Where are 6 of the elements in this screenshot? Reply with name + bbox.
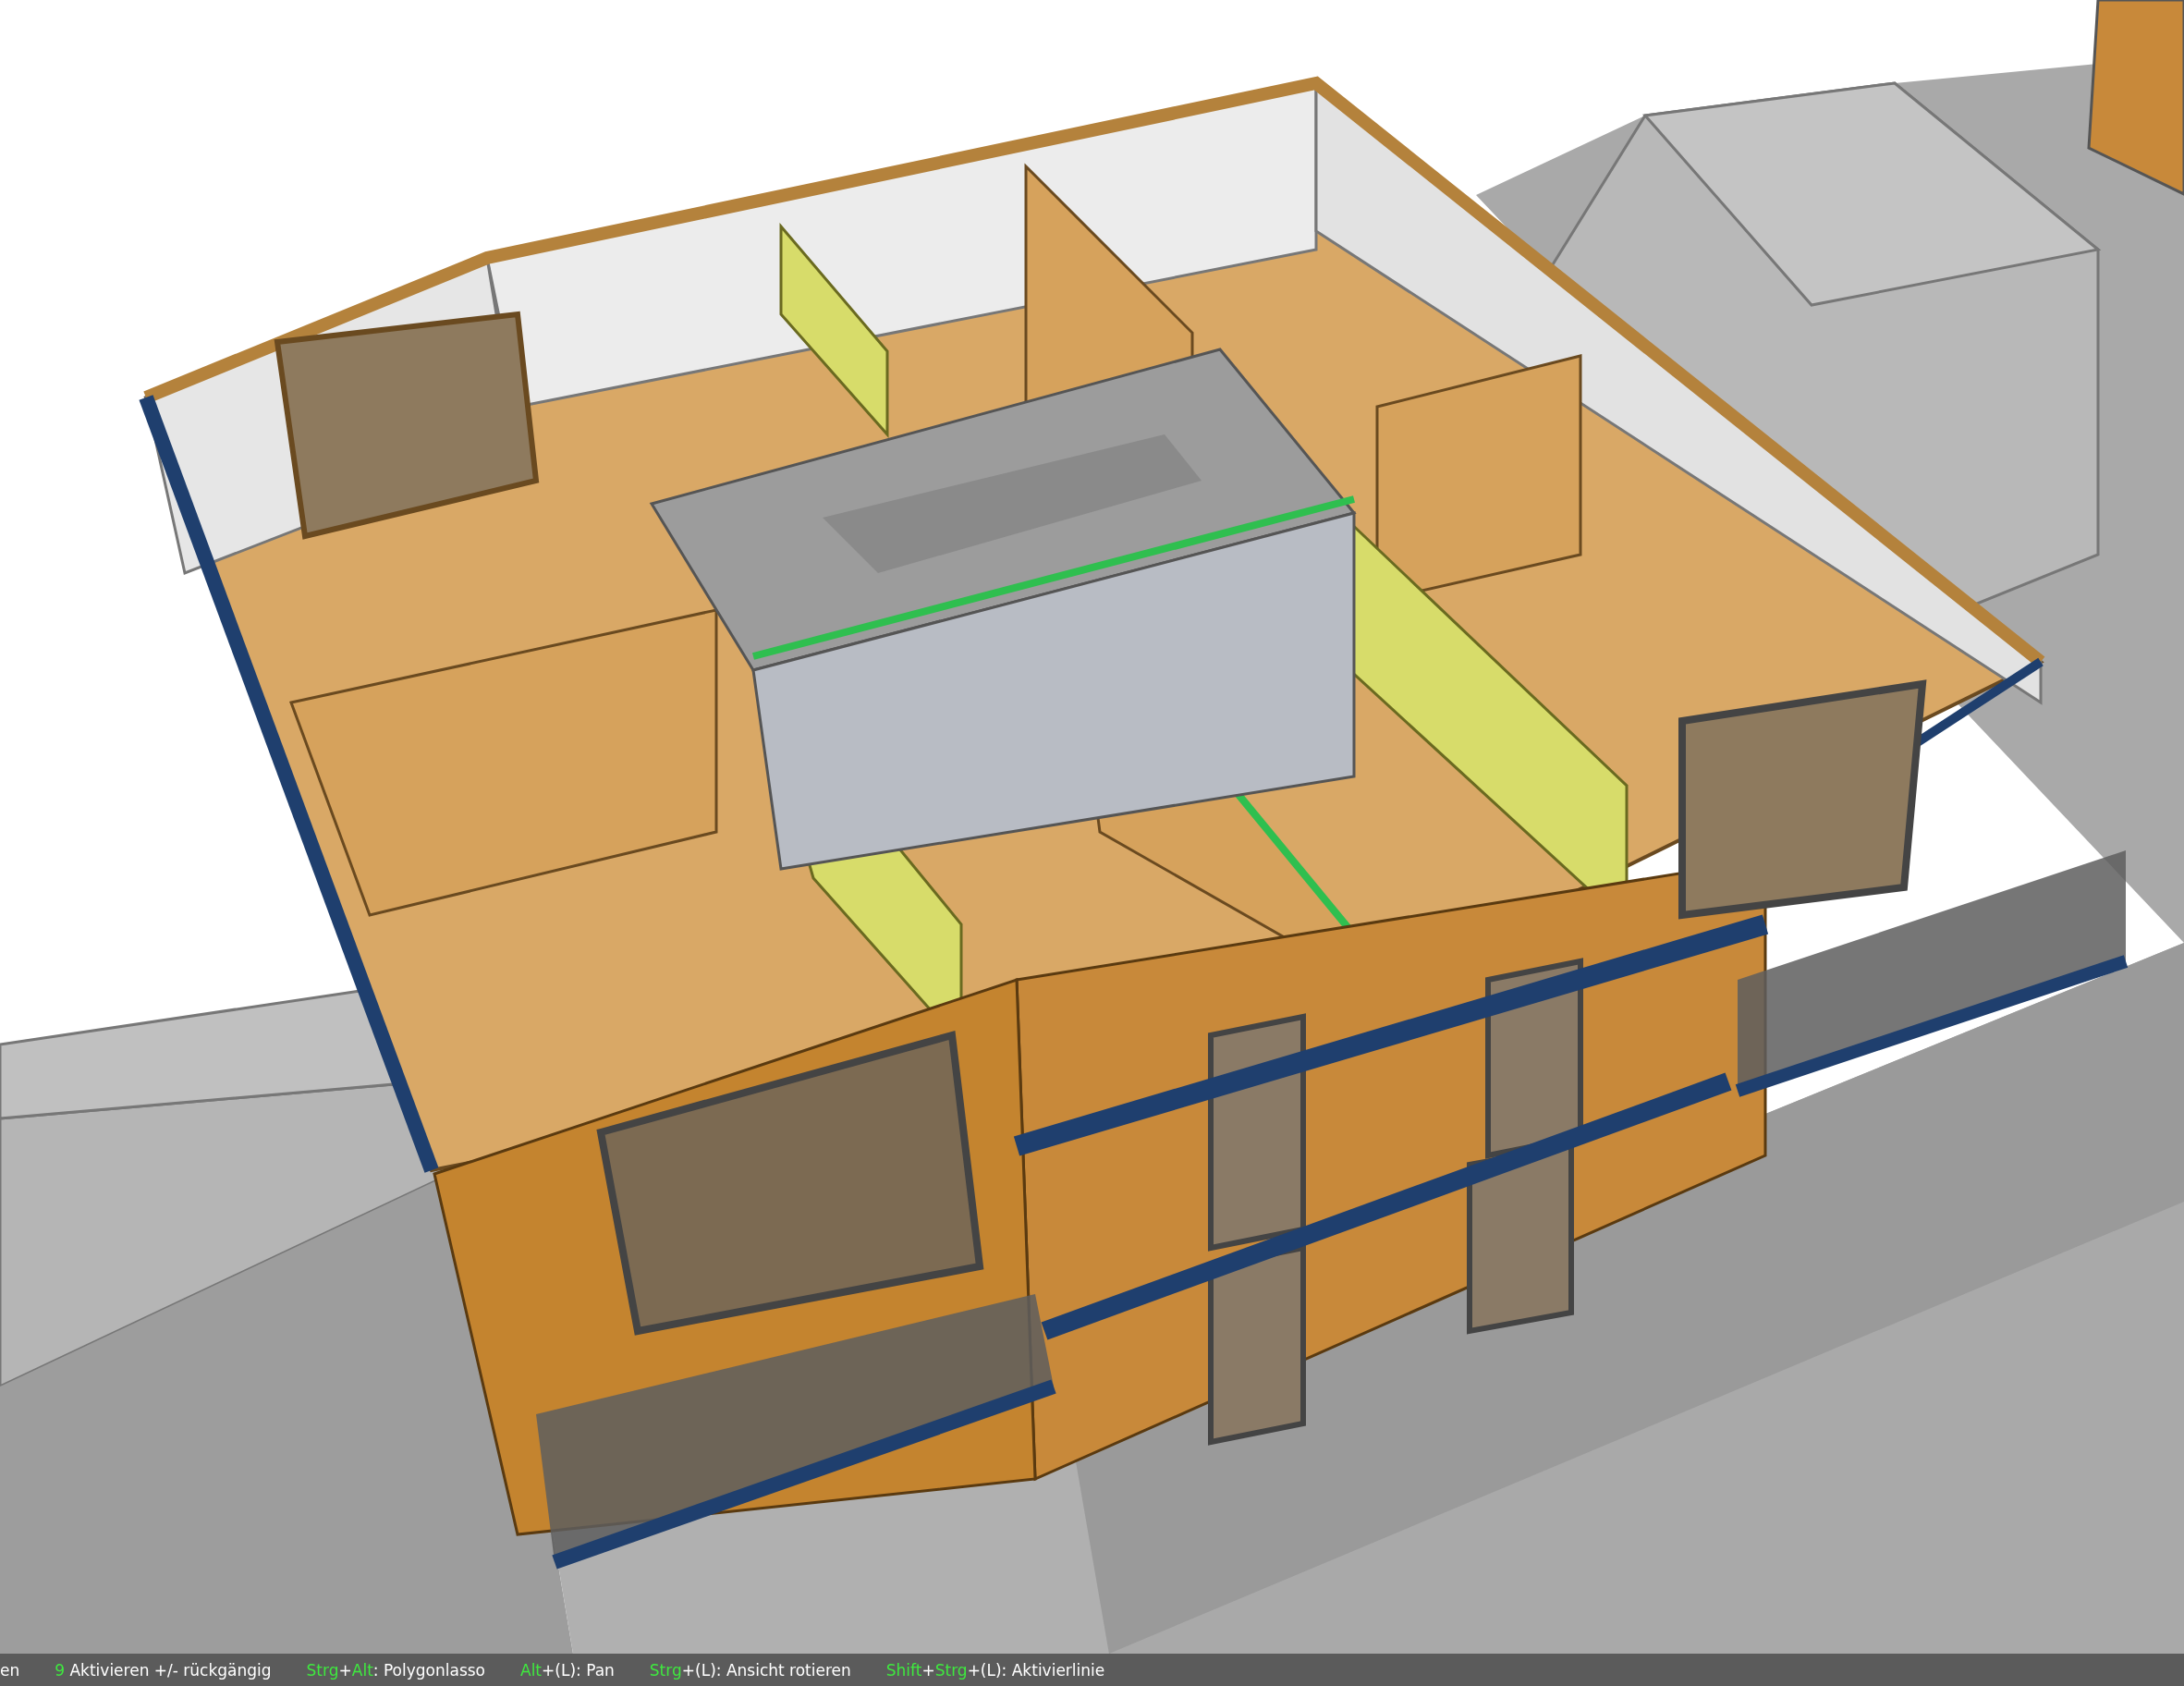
shortcut-hint: 9 Aktivieren +/- rückgängig xyxy=(55,1660,272,1680)
shortcut-hint: Shift+Strg+(L): Aktivierlinie xyxy=(885,1660,1105,1680)
shortcut-hint: Alt+(L): Pan xyxy=(520,1660,615,1680)
shortcut-hint: Strg+Alt: Polygonlasso xyxy=(306,1660,485,1680)
shortcut-hint: en xyxy=(0,1660,20,1680)
shortcut-hint: Strg+(L): Ansicht rotieren xyxy=(649,1660,851,1680)
